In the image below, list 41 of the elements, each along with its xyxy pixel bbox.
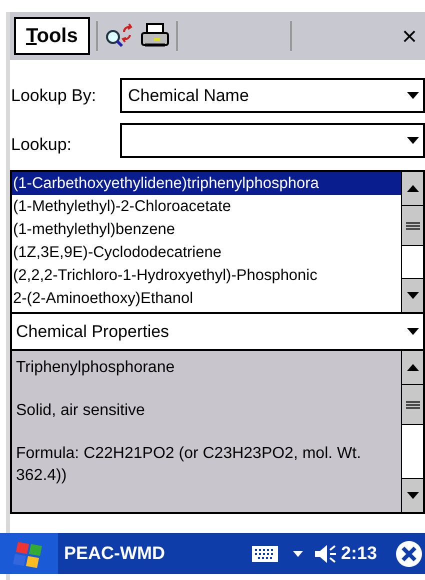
lookup-label: Lookup: bbox=[10, 134, 72, 156]
chemical-list-item[interactable]: 2-(2-Aminoethoxy)Ethanol bbox=[12, 287, 401, 310]
speaker-icon[interactable] bbox=[312, 542, 337, 564]
scroll-up-button[interactable] bbox=[402, 351, 423, 385]
lookup-by-label: Lookup By: bbox=[10, 84, 98, 107]
clock[interactable]: 2:13 bbox=[340, 540, 377, 567]
search-refresh-icon[interactable] bbox=[104, 22, 134, 50]
start-button[interactable] bbox=[0, 533, 58, 574]
section-dropdown[interactable]: Chemical Properties bbox=[10, 314, 425, 349]
scroll-down-button[interactable] bbox=[402, 278, 423, 312]
down-arrow-icon bbox=[406, 292, 418, 299]
lookup-dropdown[interactable] bbox=[120, 123, 425, 158]
property-text: Triphenylphosphorane bbox=[16, 358, 176, 378]
chemical-list-item[interactable]: (1Z,3E,9E)-Cyclododecatriene bbox=[12, 241, 401, 264]
property-text: Formula: C22H21PO2 (or C23H23PO2, mol. Wt. 362.4)) bbox=[16, 444, 362, 486]
property-text: Solid, air sensitive bbox=[16, 401, 146, 421]
chemical-list-item[interactable]: (1-Carbethoxyethylidene)triphenylphosphora bbox=[12, 172, 401, 195]
chemical-list-item[interactable]: (1-methylethyl)benzene bbox=[12, 218, 401, 241]
scroll-thumb[interactable] bbox=[402, 385, 423, 425]
scrollbar[interactable] bbox=[401, 172, 423, 312]
up-arrow-icon bbox=[406, 185, 418, 192]
dropdown-arrow-icon bbox=[407, 92, 419, 99]
dropdown-arrow-icon[interactable] bbox=[292, 550, 303, 556]
keyboard-icon[interactable] bbox=[250, 544, 279, 562]
chemical-list-item[interactable]: (2,2,2-Trichloro-1-Hydroxyethyl)-Phosphonic bbox=[12, 264, 401, 287]
scroll-down-button[interactable] bbox=[402, 478, 423, 512]
up-arrow-icon bbox=[406, 364, 418, 371]
grip-icon bbox=[406, 400, 420, 408]
grip-icon bbox=[406, 222, 420, 230]
close-button[interactable]: × bbox=[402, 23, 421, 49]
close-icon[interactable] bbox=[395, 540, 423, 568]
scroll-up-button[interactable] bbox=[402, 172, 423, 206]
scroll-thumb[interactable] bbox=[402, 206, 423, 246]
chemical-list-item[interactable]: (1-Methylethyl)-2-Chloroacetate bbox=[12, 195, 401, 218]
app-title: PEAC-WMD bbox=[64, 542, 165, 565]
tools-menu[interactable]: Tools bbox=[14, 17, 90, 55]
scrollbar[interactable] bbox=[401, 351, 423, 512]
lookup-by-dropdown[interactable]: Chemical Name bbox=[120, 78, 425, 113]
dropdown-arrow-icon bbox=[407, 137, 419, 144]
dropdown-arrow-icon bbox=[407, 328, 419, 335]
down-arrow-icon bbox=[406, 492, 418, 499]
